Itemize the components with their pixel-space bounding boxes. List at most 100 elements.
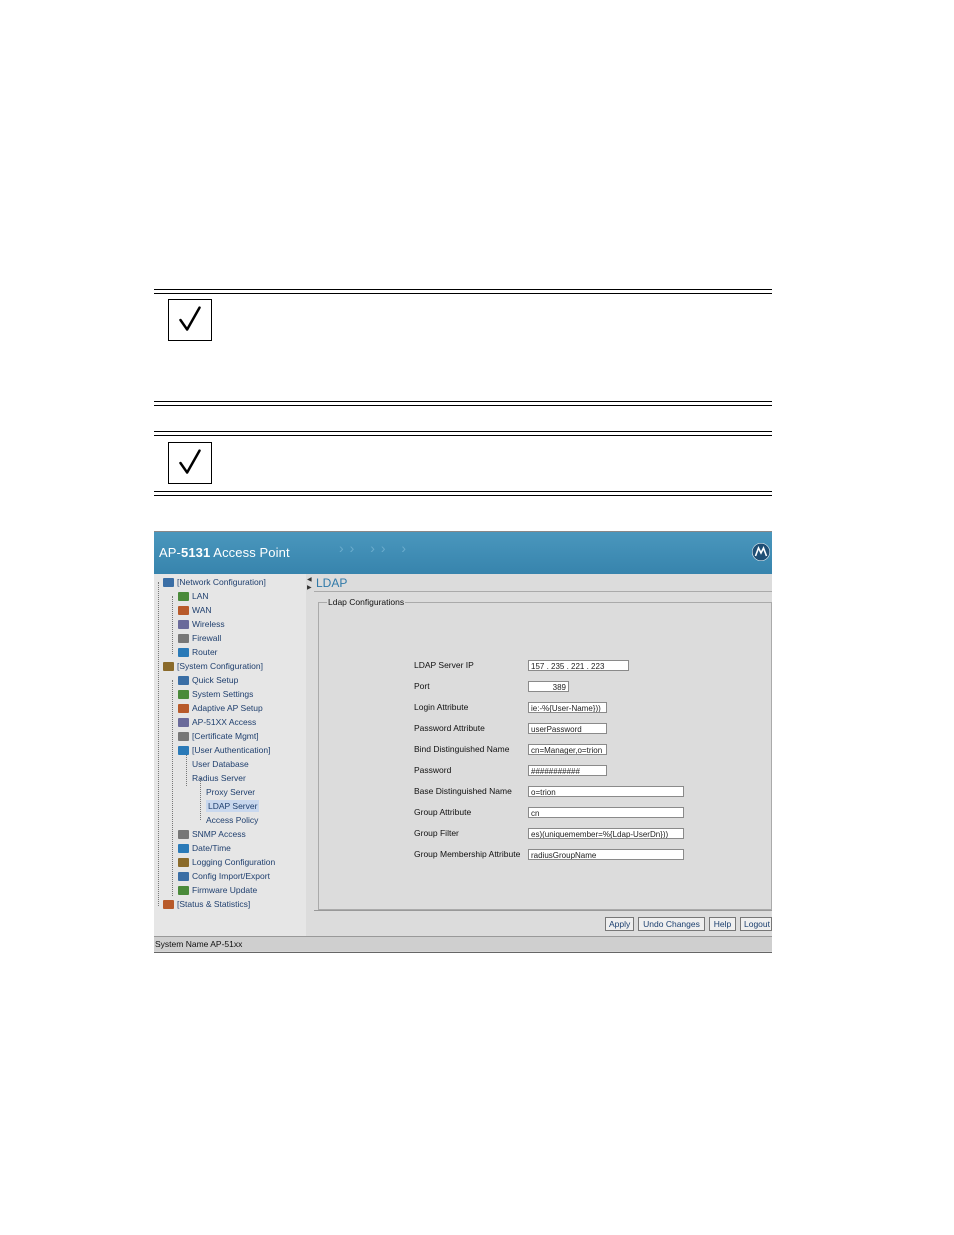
note-rule-bottom-1b xyxy=(154,405,772,406)
lan-icon xyxy=(178,591,189,601)
tree-item-label: [Certificate Mgmt] xyxy=(192,731,259,741)
field-label: Group Filter xyxy=(414,828,459,838)
note-rule-top-2b xyxy=(154,435,772,436)
tree-item-label: User Database xyxy=(192,759,249,769)
field-label: Group Membership Attribute xyxy=(414,849,521,859)
tree-item-label: Firewall xyxy=(192,633,222,643)
field-input[interactable]: es)(uniquemember=%{Ldap-UserDn})) xyxy=(528,828,684,839)
router-icon xyxy=(178,647,189,657)
tree-item[interactable]: Proxy Server xyxy=(206,786,255,798)
checkmark-icon xyxy=(168,299,212,341)
tree-item[interactable]: Adaptive AP Setup xyxy=(178,702,263,714)
tree-item[interactable]: [System Configuration] xyxy=(163,660,263,672)
tree-item-label: Firmware Update xyxy=(192,885,258,895)
note-rule-bottom-2 xyxy=(154,491,772,492)
tree-item-label: System Settings xyxy=(192,689,254,699)
tree-item-label: LAN xyxy=(192,591,209,601)
undo-changes-button[interactable]: Undo Changes xyxy=(638,917,705,931)
ap-ldap-screenshot: AP-5131 Access Point ›› ›› › [Network Co… xyxy=(154,531,772,953)
tree-item-label: WAN xyxy=(192,605,212,615)
tree-item[interactable]: [Status & Statistics] xyxy=(163,898,250,910)
tree-item-label: [Status & Statistics] xyxy=(177,899,251,909)
logout-button[interactable]: Logout xyxy=(740,917,772,931)
note-rule-top-1 xyxy=(154,289,772,290)
button-divider xyxy=(314,910,772,911)
tree-item[interactable]: LDAP Server xyxy=(206,800,260,812)
field-input[interactable]: 389 xyxy=(528,681,569,692)
field-input[interactable]: 157 . 235 . 221 . 223 xyxy=(528,660,629,671)
tree-item-label: Radius Server xyxy=(192,773,246,783)
config-import-icon xyxy=(178,871,189,881)
tree-item-label: Quick Setup xyxy=(192,675,239,685)
tree-item-label: Wireless xyxy=(192,619,225,629)
tree-item-label: Logging Configuration xyxy=(192,857,276,867)
tree-item[interactable]: Logging Configuration xyxy=(178,856,275,868)
tree-item-label: LDAP Server xyxy=(206,800,260,812)
tree-item[interactable]: Router xyxy=(178,646,218,658)
note-rule-bottom-1 xyxy=(154,401,772,402)
field-label: Bind Distinguished Name xyxy=(414,744,510,754)
field-label: Password Attribute xyxy=(414,723,485,733)
firmware-icon xyxy=(178,885,189,895)
tree-item-label: Access Policy xyxy=(206,815,259,825)
tree-item[interactable]: WAN xyxy=(178,604,212,616)
tree-item[interactable]: AP-51XX Access xyxy=(178,716,256,728)
field-label: Login Attribute xyxy=(414,702,469,712)
tree-item[interactable]: Access Policy xyxy=(206,814,258,826)
tree-item[interactable]: Firmware Update xyxy=(178,884,257,896)
tree-item-label: SNMP Access xyxy=(192,829,246,839)
tree-item[interactable]: User Database xyxy=(192,758,249,770)
tree-item[interactable]: Config Import/Export xyxy=(178,870,270,882)
user-auth-icon xyxy=(178,745,189,755)
field-input[interactable]: ie:-%{User-Name})) xyxy=(528,702,607,713)
tree-item-label: Proxy Server xyxy=(206,787,256,797)
apply-button[interactable]: Apply xyxy=(605,917,634,931)
field-label: Password xyxy=(414,765,452,775)
motorola-logo-icon xyxy=(752,543,770,561)
ldap-config-group: Ldap Configurations LDAP Server IP 157 . … xyxy=(318,597,772,910)
snmp-icon xyxy=(178,829,189,839)
field-input[interactable]: ########### xyxy=(528,765,607,776)
tree-item[interactable]: Quick Setup xyxy=(178,674,238,686)
tree-item[interactable]: Date/Time xyxy=(178,842,231,854)
group-title: Ldap Configurations xyxy=(327,597,406,607)
field-input[interactable]: radiusGroupName xyxy=(528,849,684,860)
status-icon xyxy=(163,899,174,909)
note-rule-top-1b xyxy=(154,293,772,294)
tree-item[interactable]: [Network Configuration] xyxy=(163,576,266,588)
tree-item-label: [User Authentication] xyxy=(192,745,271,755)
adaptive-ap-icon xyxy=(178,703,189,713)
firewall-icon xyxy=(178,633,189,643)
app-title: AP-5131 Access Point xyxy=(159,545,290,560)
tree-item[interactable]: Wireless xyxy=(178,618,225,630)
field-input[interactable]: o=trion xyxy=(528,786,684,797)
field-input[interactable]: cn xyxy=(528,807,684,818)
field-input[interactable]: userPassword xyxy=(528,723,607,734)
quick-setup-icon xyxy=(178,675,189,685)
tree-item[interactable]: LAN xyxy=(178,590,209,602)
wireless-icon xyxy=(178,619,189,629)
tree-item[interactable]: Firewall xyxy=(178,632,221,644)
tree-item[interactable]: SNMP Access xyxy=(178,828,246,840)
tree-item[interactable]: Radius Server xyxy=(192,772,246,784)
certificate-icon xyxy=(178,731,189,741)
header-decoration-icon: ›› ›› › xyxy=(339,540,413,556)
tree-item-label: Config Import/Export xyxy=(192,871,270,881)
field-label: LDAP Server IP xyxy=(414,660,474,670)
network-config-icon xyxy=(163,577,174,587)
tree-item[interactable]: [User Authentication] xyxy=(178,744,270,756)
help-button[interactable]: Help xyxy=(709,917,736,931)
field-label: Port xyxy=(414,681,430,691)
tree-item-label: Adaptive AP Setup xyxy=(192,703,263,713)
tree-item[interactable]: System Settings xyxy=(178,688,253,700)
pane-splitter[interactable]: ◀ ▶ xyxy=(306,574,314,936)
page-title: LDAP xyxy=(316,576,348,590)
field-input[interactable]: cn=Manager,o=trion xyxy=(528,744,607,755)
tree-item-label: Router xyxy=(192,647,218,657)
tree-item[interactable]: [Certificate Mgmt] xyxy=(178,730,259,742)
logging-icon xyxy=(178,857,189,867)
navigation-tree: [Network Configuration] LAN WAN Wireless Fir… xyxy=(154,574,307,936)
tree-item-label: [Network Configuration] xyxy=(177,577,266,587)
checkmark-icon xyxy=(168,442,212,484)
note-rule-top-2 xyxy=(154,431,772,432)
